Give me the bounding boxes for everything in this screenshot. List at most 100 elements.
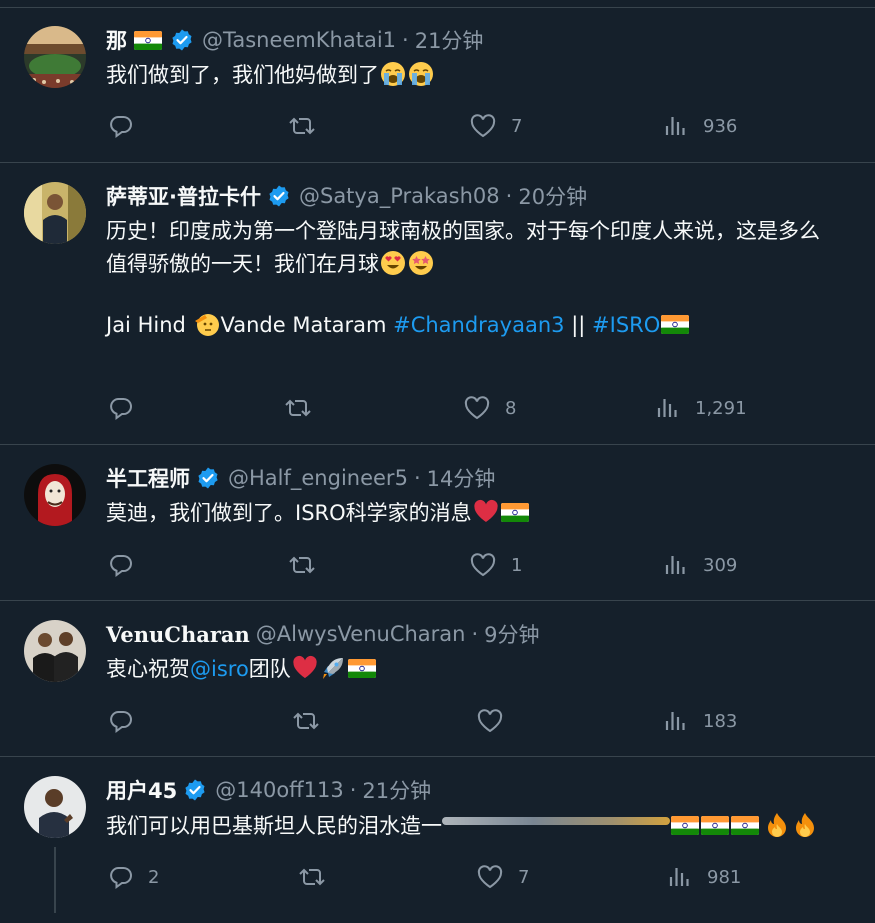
display-name[interactable]: VenuCharan xyxy=(106,622,250,647)
separator-dot: · xyxy=(413,466,421,490)
tweet-actions: 7 936 xyxy=(0,110,875,142)
like-icon xyxy=(476,708,504,734)
like-icon xyxy=(469,552,497,578)
views-count: 936 xyxy=(703,115,738,137)
fire-emoji xyxy=(764,812,790,838)
verified-badge-icon xyxy=(196,466,220,490)
avatar[interactable] xyxy=(24,620,86,682)
india-flag-icon xyxy=(501,503,529,522)
user-handle[interactable]: @140off113 xyxy=(215,778,343,802)
avatar-stadium-image xyxy=(24,26,86,88)
like-icon xyxy=(476,864,504,890)
retweet-button[interactable] xyxy=(283,392,327,424)
retweet-button[interactable] xyxy=(287,110,331,142)
tweet-text-line: 值得骄傲的一天！我们在月球 xyxy=(106,248,875,281)
timestamp[interactable]: 20分钟 xyxy=(518,181,587,211)
separator-dot: · xyxy=(402,28,409,52)
reply-icon xyxy=(108,864,134,890)
tweet-text-line: 历史！印度成为第一个登陆月球南极的国家。对于每个印度人来说，这是多么 xyxy=(106,219,820,243)
retweet-icon xyxy=(297,864,327,890)
tweet-text-content: 衷心祝贺 xyxy=(106,657,190,681)
user-handle[interactable]: @AlwysVenuCharan xyxy=(256,622,466,646)
views-button[interactable]: 981 xyxy=(667,861,741,893)
reply-button[interactable] xyxy=(108,392,148,424)
views-icon xyxy=(667,864,693,890)
views-count: 309 xyxy=(703,554,738,576)
like-count: 7 xyxy=(511,115,523,137)
separator-dot: · xyxy=(471,622,479,646)
retweet-button[interactable] xyxy=(291,705,335,737)
tweet-text-content: Jai Hind xyxy=(106,313,193,337)
fire-emoji xyxy=(792,812,818,838)
reply-button[interactable] xyxy=(108,110,148,142)
tweet-text-content: 值得骄傲的一天！我们在月球 xyxy=(106,252,379,276)
timestamp[interactable]: 14分钟 xyxy=(427,463,496,493)
tweet-text-content: 我们做到了，我们他妈做到了 xyxy=(106,63,379,87)
display-name[interactable]: 那 xyxy=(106,25,127,55)
reply-count: 2 xyxy=(148,866,160,888)
reply-icon xyxy=(108,113,134,139)
separator-dot: · xyxy=(349,778,357,802)
retweet-icon xyxy=(287,552,317,578)
user-handle[interactable]: @TasneemKhatai1 xyxy=(202,28,396,52)
avatar-person-image xyxy=(24,182,86,244)
smear-graphic xyxy=(442,817,670,825)
display-name[interactable]: 用户45 xyxy=(106,775,177,805)
user-handle[interactable]: @Satya_Prakash08 xyxy=(299,184,500,208)
tweet[interactable]: 那 @TasneemKhatai1 · 21分钟 我们做到了，我们他妈做到了 7… xyxy=(0,8,875,163)
avatar[interactable] xyxy=(24,182,86,244)
reply-button[interactable] xyxy=(108,705,148,737)
avatar[interactable] xyxy=(24,464,86,526)
views-icon xyxy=(663,708,689,734)
timestamp[interactable]: 9分钟 xyxy=(484,619,539,649)
display-name[interactable]: 萨蒂亚·普拉卡什 xyxy=(106,181,261,211)
reply-button[interactable] xyxy=(108,549,148,581)
india-flag-icon xyxy=(731,816,759,835)
avatar[interactable] xyxy=(24,776,86,838)
views-button[interactable]: 936 xyxy=(663,110,737,142)
timestamp[interactable]: 21分钟 xyxy=(415,25,484,55)
retweet-button[interactable] xyxy=(297,861,341,893)
like-button[interactable]: 7 xyxy=(476,861,529,893)
tweet-text-line: Jai Hind Vande Mataram #Chandrayaan3 || … xyxy=(106,309,875,342)
reply-icon xyxy=(108,395,134,421)
retweet-icon xyxy=(283,395,313,421)
reply-icon xyxy=(108,552,134,578)
retweet-icon xyxy=(291,708,321,734)
timestamp[interactable]: 21分钟 xyxy=(362,775,431,805)
tweet-actions: 2 7 981 xyxy=(0,861,875,893)
avatar[interactable] xyxy=(24,26,86,88)
views-icon xyxy=(655,395,681,421)
thread-connector-line xyxy=(54,847,56,913)
tweet-text: 衷心祝贺@isro团队 xyxy=(106,653,875,686)
tweet-text-content: 团队 xyxy=(248,657,291,681)
like-count: 8 xyxy=(505,397,517,419)
tweet-text: 历史！印度成为第一个登陆月球南极的国家。对于每个印度人来说，这是多么 值得骄傲的… xyxy=(106,215,875,342)
mention-link[interactable]: @isro xyxy=(190,657,249,681)
like-button[interactable]: 8 xyxy=(463,392,516,424)
tweet-text-content: 莫迪，我们做到了。ISRO科学家的消息 xyxy=(106,501,472,525)
tweet[interactable]: VenuCharan @AlwysVenuCharan · 9分钟 衷心祝贺@i… xyxy=(0,601,875,757)
views-count: 1,291 xyxy=(695,397,747,419)
retweet-button[interactable] xyxy=(287,549,331,581)
like-icon xyxy=(463,395,491,421)
crying-face-emoji xyxy=(380,61,406,87)
user-handle[interactable]: @Half_engineer5 xyxy=(228,466,408,490)
views-button[interactable]: 183 xyxy=(663,705,737,737)
reply-button[interactable]: 2 xyxy=(108,861,159,893)
like-button[interactable]: 1 xyxy=(469,549,522,581)
tweet[interactable]: 半工程师 @Half_engineer5 · 14分钟 莫迪，我们做到了。ISR… xyxy=(0,445,875,601)
tweet-header: 那 @TasneemKhatai1 · 21分钟 xyxy=(106,24,483,56)
hashtag-link[interactable]: #ISRO xyxy=(592,313,660,337)
tweet-text: 我们做到了，我们他妈做到了 xyxy=(106,59,875,92)
hashtag-link[interactable]: #Chandrayaan3 xyxy=(393,313,564,337)
views-button[interactable]: 309 xyxy=(663,549,737,581)
tweet[interactable]: 用户45 @140off113 · 21分钟 我们可以用巴基斯坦人民的泪水造一 … xyxy=(0,757,875,923)
like-button[interactable]: 7 xyxy=(469,110,522,142)
display-name[interactable]: 半工程师 xyxy=(106,463,190,493)
views-button[interactable]: 1,291 xyxy=(655,392,747,424)
tweet[interactable]: 萨蒂亚·普拉卡什 @Satya_Prakash08 · 20分钟 历史！印度成为… xyxy=(0,163,875,445)
like-button[interactable] xyxy=(476,705,518,737)
red-heart-emoji xyxy=(292,655,318,681)
star-struck-emoji xyxy=(408,250,434,276)
